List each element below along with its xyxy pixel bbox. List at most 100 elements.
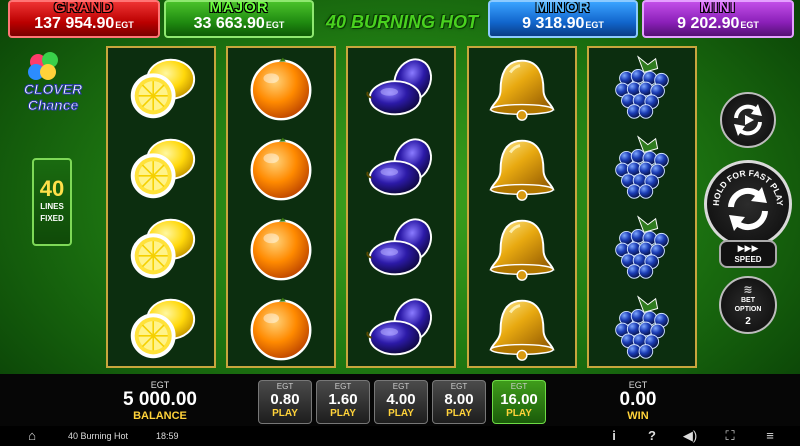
grapes-icon [603, 52, 681, 124]
reel-1 [106, 46, 216, 368]
bet-button-8-00[interactable]: EGT 8.00 PLAY [432, 380, 486, 424]
orange-icon [242, 52, 320, 124]
grapes-icon [603, 292, 681, 364]
orange-symbol [228, 48, 334, 128]
system-game-name: 40 Burning Hot [68, 431, 129, 441]
orange-symbol [228, 128, 334, 208]
balance-label: BALANCE [133, 410, 187, 422]
clover-icon: CLOVER Chance [23, 52, 84, 114]
system-time: 18:59 [156, 431, 179, 441]
jackpot-major-name: MAJOR [209, 0, 269, 16]
balance-value: 5 000.00 [123, 389, 197, 410]
reel-3 [346, 46, 456, 368]
jackpot-major: MAJOR 33 663.90EGT [164, 0, 314, 38]
plum-symbol [348, 48, 454, 128]
bet-play-label: PLAY [446, 408, 472, 419]
home-icon[interactable]: ⌂ [24, 429, 40, 443]
fullscreen-icon[interactable]: ⛶ [722, 429, 738, 443]
win-label: WIN [627, 410, 649, 422]
win-value: 0.00 [619, 389, 657, 410]
grapes-symbol [589, 208, 695, 288]
orange-symbol [228, 288, 334, 368]
orange-icon [242, 132, 320, 204]
game-title: 40 BURNING HOT [325, 12, 478, 32]
spin-arrows-icon: HOLD FOR FAST PLAY [711, 168, 785, 231]
orange-symbol [228, 208, 334, 288]
autoplay-icon [734, 104, 762, 136]
bet-button-0-80[interactable]: EGT 0.80 PLAY [258, 380, 312, 424]
bet-option-label: BET OPTION [734, 297, 762, 313]
help-icon[interactable]: ? [644, 429, 660, 443]
coins-icon: ≋ [743, 284, 753, 296]
lemon-symbol [108, 48, 214, 128]
jackpot-mini: MINI 9 202.90EGT [642, 0, 794, 38]
jackpot-minor-name: MINOR [535, 0, 591, 16]
plum-symbol [348, 208, 454, 288]
bet-play-label: PLAY [506, 408, 532, 419]
plum-icon [362, 212, 440, 284]
menu-icon[interactable]: ≡ [762, 429, 778, 443]
reel-2 [226, 46, 336, 368]
grapes-symbol [589, 128, 695, 208]
grapes-symbol [589, 48, 695, 128]
orange-icon [242, 292, 320, 364]
win-display: EGT 0.00 WIN [598, 380, 678, 422]
bet-value: 4.00 [386, 391, 416, 408]
lemon-icon [122, 292, 200, 364]
bet-value: 16.00 [500, 391, 538, 408]
speed-label: SPEED [734, 255, 762, 264]
bet-option-value: 2 [745, 316, 751, 327]
jackpot-major-value: 33 663.90EGT [193, 15, 285, 32]
plum-icon [362, 132, 440, 204]
info-icon[interactable]: i [606, 429, 622, 443]
sound-icon[interactable]: ◀) [682, 429, 698, 443]
lines-fixed-label: FIXED [40, 214, 64, 223]
bet-button-16-00[interactable]: EGT 16.00 PLAY [492, 380, 546, 424]
bell-icon [483, 212, 561, 284]
spin-hint-text: HOLD FOR FAST PLAY [711, 168, 785, 206]
lines-label: LINES [40, 202, 64, 211]
lemon-symbol [108, 128, 214, 208]
jackpot-minor: MINOR 9 318.90EGT [488, 0, 638, 38]
fast-forward-icon: ▶▶▶ [737, 243, 759, 253]
bell-icon [483, 132, 561, 204]
plum-symbol [348, 128, 454, 208]
bell-icon [483, 52, 561, 124]
jackpot-grand: GRAND 137 954.90EGT [8, 0, 160, 38]
speed-button[interactable]: ▶▶▶ SPEED [719, 240, 777, 268]
bottom-bar: EGT 5 000.00 BALANCE EGT 0.80 PLAY EGT 1… [0, 374, 800, 426]
orange-icon [242, 212, 320, 284]
grapes-symbol [589, 288, 695, 368]
bell-symbol [469, 48, 575, 128]
jackpot-minor-value: 9 318.90EGT [522, 15, 604, 32]
plum-icon [362, 52, 440, 124]
bell-symbol [469, 208, 575, 288]
jackpot-grand-value: 137 954.90EGT [34, 15, 134, 32]
bell-symbol [469, 128, 575, 208]
grapes-icon [603, 212, 681, 284]
plum-icon [362, 292, 440, 364]
lemon-icon [122, 132, 200, 204]
bet-option-button[interactable]: ≋ BET OPTION 2 [719, 276, 777, 334]
bell-icon [483, 292, 561, 364]
bet-button-1-60[interactable]: EGT 1.60 PLAY [316, 380, 370, 424]
jackpot-grand-name: GRAND [54, 0, 114, 16]
clover-chance-logo[interactable]: CLOVER Chance [12, 52, 94, 116]
plum-symbol [348, 288, 454, 368]
lemon-icon [122, 52, 200, 124]
lemon-symbol [108, 288, 214, 368]
reel-5 [587, 46, 697, 368]
grapes-icon [603, 132, 681, 204]
bet-play-label: PLAY [330, 408, 356, 419]
autoplay-button[interactable] [720, 92, 776, 148]
clover-logo-line2: Chance [28, 97, 79, 113]
bet-value: 8.00 [444, 391, 474, 408]
balance-display: EGT 5 000.00 BALANCE [110, 380, 210, 422]
jackpot-mini-name: MINI [700, 0, 736, 16]
bet-button-4-00[interactable]: EGT 4.00 PLAY [374, 380, 428, 424]
bet-value: 0.80 [270, 391, 300, 408]
system-bar: ⌂ 40 Burning Hot 18:59 i ? ◀) ⛶ ≡ [0, 426, 800, 446]
jackpot-mini-value: 9 202.90EGT [677, 15, 759, 32]
spin-button[interactable]: HOLD FOR FAST PLAY [704, 160, 792, 248]
clover-logo-line1: CLOVER [24, 81, 83, 97]
